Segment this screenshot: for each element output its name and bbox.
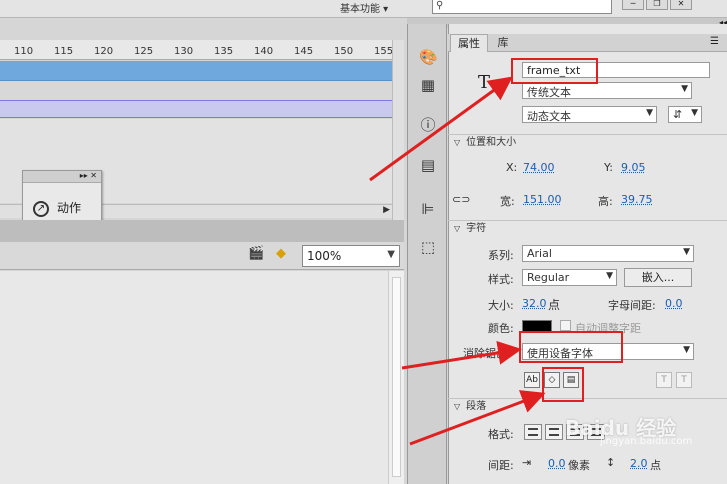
- annotation-arrow: [409, 390, 546, 446]
- annotation-arrow: [369, 76, 513, 182]
- watermark-url: jingyan.baidu.com: [600, 436, 693, 447]
- annotation-arrow: [401, 340, 522, 370]
